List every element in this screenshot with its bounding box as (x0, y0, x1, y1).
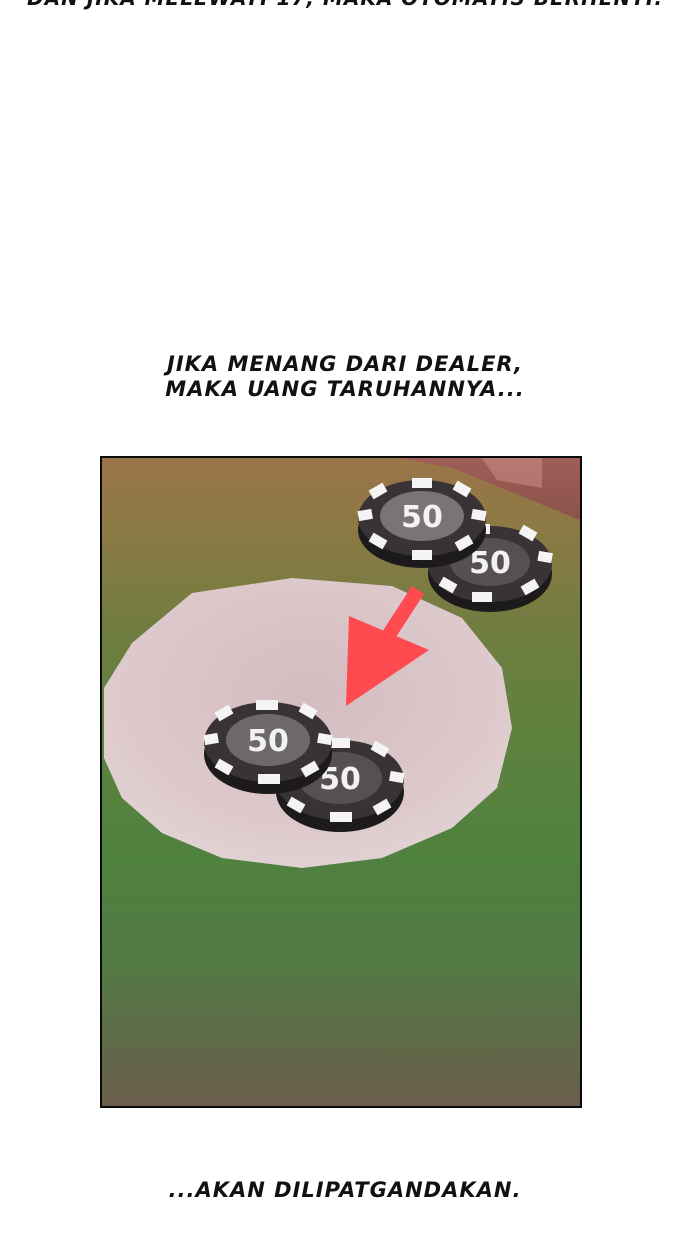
chip-circle-front: 50 (203, 700, 333, 794)
comic-panel: 50 50 50 50 (100, 456, 582, 1108)
chip-value: 50 (469, 546, 511, 581)
caption-middle: JIKA MENANG DARI DEALER, MAKA UANG TARUH… (165, 352, 525, 401)
caption-top: DAN JIKA MELEWATI 17, MAKA OTOMATIS BERH… (0, 0, 690, 11)
panel-illustration: 50 50 50 50 (104, 458, 580, 868)
chip-value: 50 (247, 724, 289, 759)
caption-bottom: ...AKAN DILIPATGANDAKAN. (168, 1178, 522, 1202)
chip-top-front: 50 (357, 478, 487, 568)
chip-value: 50 (401, 500, 443, 535)
